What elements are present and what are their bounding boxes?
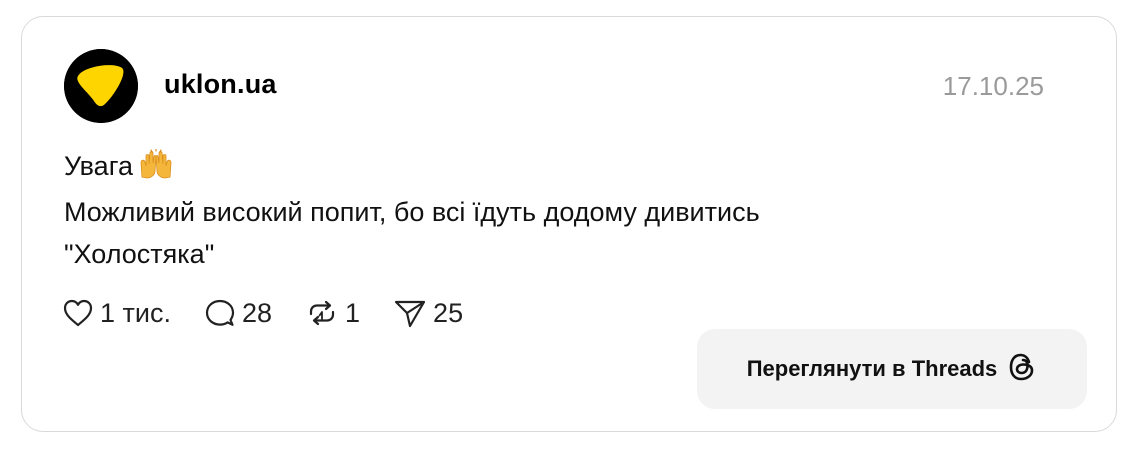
threads-post-card: uklon.ua 17.10.25 Увага Можливий високий… (21, 16, 1117, 432)
likes-count: 1 тис. (100, 297, 171, 328)
threads-logo-icon (1007, 351, 1037, 388)
post-actions: 1 тис. 28 1 25 (62, 295, 496, 331)
post-text-line-3: "Холостяка" (64, 239, 215, 269)
post-username[interactable]: uklon.ua (164, 69, 277, 100)
share-button[interactable]: 25 (393, 298, 463, 329)
post-text-line-2: Можливий високий попит, бо всі їдуть дод… (64, 197, 760, 227)
repost-icon (305, 298, 339, 328)
comment-bubble-icon (204, 298, 236, 328)
like-button[interactable]: 1 тис. (62, 298, 171, 329)
repost-button[interactable]: 1 (305, 298, 360, 329)
heart-icon (62, 298, 94, 328)
raising-hands-icon (139, 148, 173, 191)
comments-count: 28 (241, 297, 273, 328)
post-text-line-1: Увага (64, 145, 964, 191)
send-icon (393, 298, 427, 328)
post-date: 17.10.25 (942, 71, 1044, 101)
reposts-count: 1 (345, 297, 361, 328)
view-in-threads-button[interactable]: Переглянути в Threads (697, 329, 1087, 409)
post-body: Увага Можливий високий попит, бо всі їду… (64, 145, 964, 275)
post-text-word: Увага (64, 151, 133, 181)
uklon-avatar[interactable] (64, 49, 138, 123)
view-in-threads-label: Переглянути в Threads (746, 356, 998, 381)
shares-count: 25 (433, 297, 464, 328)
uklon-logo-icon (64, 49, 138, 123)
comment-button[interactable]: 28 (204, 298, 272, 329)
